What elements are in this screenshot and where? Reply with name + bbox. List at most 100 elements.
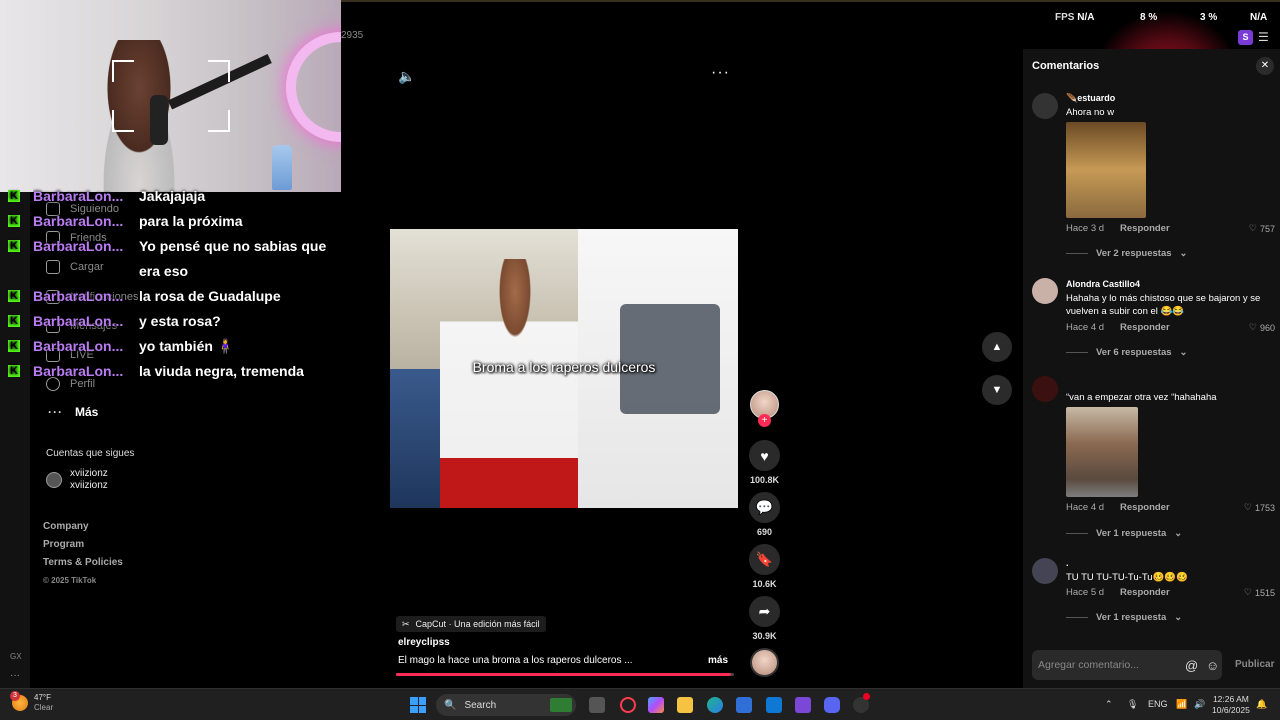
volume-icon[interactable]: 🔈 [398,68,415,85]
avatar[interactable] [1032,93,1058,119]
start-icon[interactable] [410,697,426,713]
frame-number: 2935 [341,30,364,41]
extension-badge[interactable]: S [1238,30,1253,45]
nav-more[interactable]: ··· Más [48,405,98,419]
comment-like-count: 960 [1259,322,1275,333]
store-icon[interactable] [736,697,752,713]
clipchamp-icon[interactable] [795,697,811,713]
view-replies[interactable]: Ver 2 respuestas ⌄ [1066,248,1188,259]
avatar[interactable] [1032,376,1058,402]
clock-date: 10/6/2025 [1212,705,1250,715]
weather-widget[interactable]: 3 47°F Clear [10,691,54,713]
previous-video-button[interactable]: ▲ [982,332,1012,362]
kick-icon: K [8,315,20,327]
like-count: 100.8K [749,475,780,485]
avatar[interactable] [1032,278,1058,304]
gx-label[interactable]: GX [10,652,22,661]
avatar[interactable] [1032,558,1058,584]
chat-message: K BarbaraLon... para la próxima [8,209,353,234]
comment-like-count: 1753 [1254,502,1275,513]
video-progress[interactable] [396,673,734,676]
discord-icon[interactable] [824,697,840,713]
weather-condition: Clear [34,703,54,712]
reply-button[interactable]: Responder [1120,322,1170,333]
notification-bell-icon[interactable]: 🔔 [1256,699,1267,710]
comment-like-count: 1515 [1254,587,1275,598]
following-account[interactable]: xviizionz xviizionz [46,468,108,492]
file-explorer-icon[interactable] [677,697,693,713]
view-replies[interactable]: Ver 1 respuesta ⌄ [1066,612,1182,623]
chat-text: para la próxima [139,213,243,229]
comment-like[interactable]: ♡ 960 [1249,322,1275,333]
save-button[interactable]: 🔖 10.6K [749,544,780,589]
sidebar-more-icon[interactable]: ··· [10,670,20,681]
chat-text: yo también 🧍‍♀️ [139,338,235,354]
comment-author[interactable]: 🪶estuardo [1066,93,1115,104]
comment-like[interactable]: ♡ 757 [1249,223,1275,234]
share-button[interactable]: ➦ 30.9K [749,596,780,641]
volume-tray-icon[interactable]: 🔊 [1194,699,1205,710]
view-replies-label: Ver 1 respuesta [1096,528,1167,539]
publish-button[interactable]: Publicar [1235,659,1274,670]
chat-message: K BarbaraLon... yo también 🧍‍♀️ [8,334,353,359]
reply-button[interactable]: Responder [1120,587,1170,598]
clock[interactable]: 12:26 AM 10/6/2025 [1212,694,1250,716]
wifi-icon[interactable]: 📶 [1176,699,1187,710]
view-replies-label: Ver 1 respuesta [1096,612,1167,623]
comment-count: 690 [756,527,773,537]
copyright: © 2025 TikTok [43,576,97,585]
comment-like[interactable]: ♡ 1753 [1244,502,1275,513]
like-button[interactable]: ♥ 100.8K [749,440,780,485]
chat-user: BarbaraLon... [33,313,124,329]
share-count: 30.9K [752,631,777,641]
more-dots-icon: ··· [48,405,63,419]
windows-taskbar: 3 47°F Clear 🔍 Search ⌃ 🎙 ENG 📶 🔊 12:26 A… [0,688,1280,720]
capcut-tag[interactable]: ✂ CapCut · Una edición más fácil [396,616,546,632]
focus-frame [112,60,230,132]
taskbar-search[interactable]: 🔍 Search [436,694,576,716]
chat-text: y esta rosa? [139,313,221,329]
kick-icon: K [8,240,20,252]
follow-plus-icon[interactable]: + [758,414,771,427]
video-player[interactable]: Broma a los raperos dulceros [390,229,738,508]
following-title: Cuentas que sigues [46,448,135,459]
comment-author[interactable]: Alondra Castillo4 [1066,279,1140,289]
footer-link-program[interactable]: Program [43,536,123,554]
footer-link-company[interactable]: Company [43,518,123,536]
mention-icon[interactable]: @ [1185,658,1198,673]
obs-icon[interactable] [853,693,870,713]
opera-gx-icon[interactable] [620,697,636,713]
view-replies[interactable]: Ver 1 respuesta ⌄ [1066,528,1182,539]
language-indicator[interactable]: ENG [1148,699,1168,709]
comment-meta: Hace 4 d Responder [1066,322,1170,333]
footer-link-terms[interactable]: Terms & Policies [43,554,123,572]
reply-button[interactable]: Responder [1120,223,1170,234]
chat-overlay: K BarbaraLon... Jakajajaja K BarbaraLon... p… [8,184,353,384]
heart-outline-icon: ♡ [1243,502,1252,512]
emoji-icon[interactable]: ☺ [1206,658,1219,673]
video-author[interactable]: elreyclipss [398,637,450,648]
outlook-icon[interactable] [766,697,782,713]
view-replies[interactable]: Ver 6 respuestas ⌄ [1066,347,1188,358]
video-more-icon[interactable]: ··· [711,64,730,82]
close-icon[interactable]: ✕ [1256,57,1274,75]
comment-author[interactable]: . [1066,558,1069,568]
task-view-icon[interactable] [589,697,605,713]
menu-icon[interactable]: ☰ [1258,30,1269,44]
tray-overflow-icon[interactable]: ⌃ [1105,699,1113,710]
comment-like-count: 757 [1259,223,1275,234]
cpu-usage: 8 % [1140,12,1158,23]
comment-image-dog[interactable] [1066,407,1138,497]
music-disc[interactable] [750,648,779,677]
copilot-icon[interactable] [648,697,664,713]
comment-image-dog[interactable] [1066,122,1146,218]
comment-meta: Hace 4 d Responder [1066,502,1170,513]
next-video-button[interactable]: ▼ [982,375,1012,405]
comment-button[interactable]: 💬 690 [749,492,780,537]
comment-like[interactable]: ♡ 1515 [1244,587,1275,598]
chat-user: BarbaraLon... [33,288,124,304]
reply-button[interactable]: Responder [1120,502,1170,513]
microphone-icon[interactable]: 🎙 [1127,699,1138,710]
edge-icon[interactable] [707,697,723,713]
description-more[interactable]: más [708,655,728,666]
